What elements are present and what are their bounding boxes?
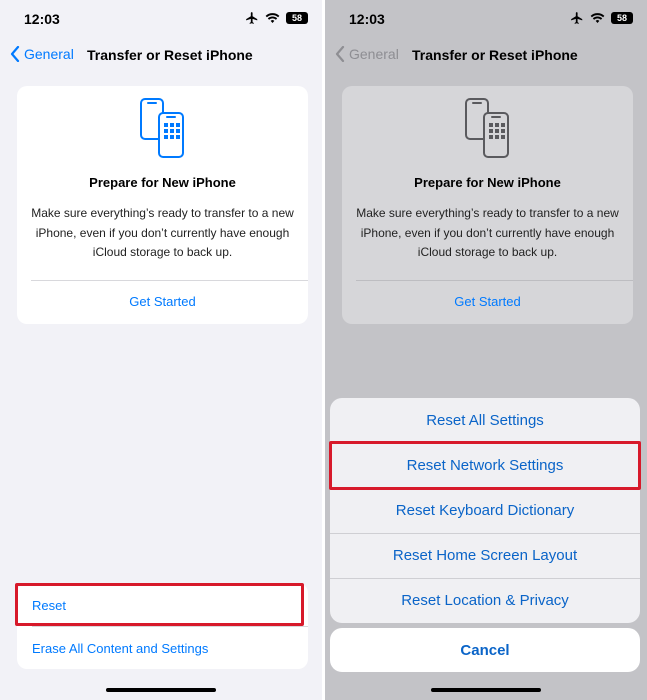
prepare-card: Prepare for New iPhone Make sure everyth… <box>17 86 308 324</box>
two-phones-icon <box>465 98 509 158</box>
right-screen: 12:03 58 General Transfer or Reset iPhon… <box>325 0 647 700</box>
reset-action-sheet: Reset All Settings Reset Network Setting… <box>330 398 640 623</box>
card-title: Prepare for New iPhone <box>414 175 561 190</box>
left-screen: 12:03 58 General Transfer or Reset iPhon… <box>0 0 322 700</box>
reset-home-screen-layout-option[interactable]: Reset Home Screen Layout <box>330 533 640 578</box>
airplane-icon <box>246 12 258 24</box>
chevron-left-icon <box>10 46 20 62</box>
reset-keyboard-dictionary-option[interactable]: Reset Keyboard Dictionary <box>330 488 640 533</box>
card-description: Make sure everything’s ready to transfer… <box>31 206 294 259</box>
two-phones-icon <box>140 98 184 158</box>
battery-icon: 58 <box>611 12 633 24</box>
status-time: 12:03 <box>24 11 60 27</box>
get-started-button[interactable]: Get Started <box>342 294 633 309</box>
get-started-button[interactable]: Get Started <box>17 294 308 309</box>
status-icons: 58 <box>570 11 633 25</box>
prepare-card: Prepare for New iPhone Make sure everyth… <box>342 86 633 324</box>
highlight-box <box>15 583 304 626</box>
card-description: Make sure everything’s ready to transfer… <box>356 206 619 259</box>
airplane-icon <box>571 12 583 24</box>
battery-icon: 58 <box>286 12 308 24</box>
reset-all-settings-option[interactable]: Reset All Settings <box>330 398 640 443</box>
back-button[interactable]: General <box>335 46 399 62</box>
page-title: Transfer or Reset iPhone <box>412 47 578 63</box>
erase-all-item[interactable]: Erase All Content and Settings <box>32 641 208 656</box>
chevron-left-icon <box>335 46 345 62</box>
cancel-button[interactable]: Cancel <box>330 628 640 672</box>
card-title: Prepare for New iPhone <box>89 175 236 190</box>
divider <box>32 626 308 627</box>
back-label: General <box>349 46 399 62</box>
home-indicator <box>106 688 216 692</box>
page-title: Transfer or Reset iPhone <box>87 47 253 63</box>
status-icons: 58 <box>245 11 308 25</box>
highlight-box <box>329 441 641 490</box>
wifi-icon <box>590 13 605 23</box>
divider <box>356 280 633 281</box>
reset-location-privacy-option[interactable]: Reset Location & Privacy <box>330 578 640 623</box>
back-label: General <box>24 46 74 62</box>
wifi-icon <box>265 13 280 23</box>
home-indicator <box>431 688 541 692</box>
status-time: 12:03 <box>349 11 385 27</box>
divider <box>31 280 308 281</box>
back-button[interactable]: General <box>10 46 74 62</box>
